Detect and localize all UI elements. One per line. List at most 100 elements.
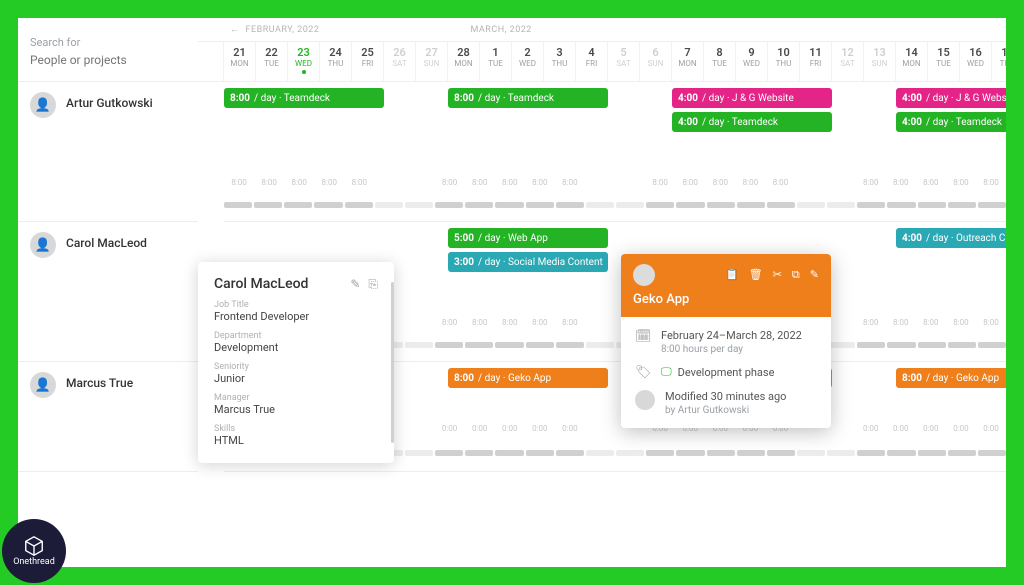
- booking-bar[interactable]: 3:00/ day · Social Media Content: [448, 252, 608, 272]
- day-header[interactable]: 7MON: [672, 42, 704, 81]
- profile-name: Carol MacLeod: [214, 276, 308, 292]
- capacity-seg: [857, 450, 885, 456]
- profile-field: SeniorityJunior: [214, 362, 378, 385]
- hour-cell: 8:00: [645, 174, 675, 192]
- capacity-seg: [405, 450, 433, 456]
- capacity-seg: [526, 342, 554, 348]
- day-header[interactable]: 3THU: [544, 42, 576, 81]
- day-header[interactable]: 13SUN: [864, 42, 896, 81]
- search-input[interactable]: [30, 53, 186, 67]
- day-header[interactable]: 23WED: [288, 42, 320, 81]
- person-name: Marcus True: [66, 376, 133, 390]
- booking-bar[interactable]: 4:00/ day · Teamdeck: [672, 112, 832, 132]
- day-header[interactable]: 8TUE: [704, 42, 736, 81]
- capacity-seg: [948, 450, 976, 456]
- share-icon[interactable]: ⎘: [368, 277, 378, 292]
- day-header[interactable]: 15TUE: [928, 42, 960, 81]
- capacity-seg: [586, 202, 614, 208]
- booking-bar[interactable]: 8:00/ day · Geko App: [896, 368, 1006, 388]
- capacity-seg: [465, 450, 493, 456]
- day-header[interactable]: 5SAT: [608, 42, 640, 81]
- avatar: [633, 264, 655, 286]
- day-header[interactable]: 6SUN: [640, 42, 672, 81]
- booking-bar[interactable]: 8:00/ day · Geko App: [448, 368, 608, 388]
- duplicate-icon[interactable]: ⧉: [792, 268, 800, 282]
- day-header[interactable]: 25FRI: [352, 42, 384, 81]
- brand-badge: Onethread: [2, 519, 66, 583]
- capacity-seg: [857, 342, 885, 348]
- day-header[interactable]: 10THU: [768, 42, 800, 81]
- day-header[interactable]: 4FRI: [576, 42, 608, 81]
- hour-cell: [585, 174, 615, 192]
- booking-bar[interactable]: 4:00/ day · Outreach Campaign: [896, 228, 1006, 248]
- hour-cell: 8:00: [284, 174, 314, 192]
- pencil-icon[interactable]: ✎: [810, 268, 819, 282]
- person-row[interactable]: 👤 Carol MacLeod: [18, 222, 198, 362]
- brand-name: Onethread: [13, 557, 55, 567]
- capacity-seg: [556, 342, 584, 348]
- sidebar: Search for: [18, 18, 198, 82]
- avatar: 👤: [30, 92, 56, 118]
- capacity-seg: [797, 450, 825, 456]
- booking-bar[interactable]: 5:00/ day · Web App: [448, 228, 608, 248]
- day-header[interactable]: 2WED: [512, 42, 544, 81]
- booking-bar[interactable]: 4:00/ day · J & G Website: [672, 88, 832, 108]
- capacity-seg: [918, 450, 946, 456]
- hour-cell: [826, 174, 856, 192]
- booking-bar[interactable]: 8:00/ day · Teamdeck: [224, 88, 384, 108]
- person-row[interactable]: 👤 Artur Gutkowski: [18, 82, 198, 222]
- booking-title: Geko App: [633, 292, 819, 307]
- monitor-icon: 🖵: [661, 365, 672, 379]
- day-header[interactable]: 27SUN: [416, 42, 448, 81]
- day-header[interactable]: 16WED: [960, 42, 992, 81]
- booking-bar[interactable]: 4:00/ day · Teamdeck: [896, 112, 1006, 132]
- capacity-seg: [978, 342, 1006, 348]
- hour-cell: [404, 314, 434, 332]
- hour-cell: 8:00: [465, 174, 495, 192]
- avatar: 👤: [30, 372, 56, 398]
- booking-bar[interactable]: 4:00/ day · J & G Website: [896, 88, 1006, 108]
- prev-month-icon[interactable]: ←: [230, 24, 240, 35]
- day-header[interactable]: 24THU: [320, 42, 352, 81]
- day-header[interactable]: 22TUE: [256, 42, 288, 81]
- timeline-row[interactable]: 8:00/ day · Teamdeck 8:00/ day · Teamdec…: [224, 82, 1006, 222]
- profile-field: DepartmentDevelopment: [214, 331, 378, 354]
- booking-bar[interactable]: 8:00/ day · Teamdeck: [448, 88, 608, 108]
- capacity-track: [224, 202, 1006, 208]
- capacity-seg: [827, 202, 855, 208]
- day-header[interactable]: 9WED: [736, 42, 768, 81]
- calendar-icon: 🗓: [635, 329, 651, 344]
- day-header-row: 21MON22TUE23WED24THU25FRI26SAT27SUN28MON…: [198, 42, 1006, 82]
- person-row[interactable]: 👤 Marcus True: [18, 362, 198, 472]
- hour-cell: 0:00: [435, 420, 465, 438]
- capacity-seg: [586, 342, 614, 348]
- scissors-icon[interactable]: ✂: [773, 268, 782, 282]
- capacity-seg: [978, 202, 1006, 208]
- hour-cell: 0:00: [976, 420, 1006, 438]
- pencil-icon[interactable]: ✎: [350, 277, 360, 292]
- capacity-seg: [405, 342, 433, 348]
- capacity-seg: [586, 450, 614, 456]
- capacity-seg: [345, 202, 373, 208]
- hour-cell: 0:00: [495, 420, 525, 438]
- copy-icon[interactable]: 📋: [725, 268, 739, 282]
- capacity-seg: [948, 342, 976, 348]
- day-header[interactable]: 1TUE: [480, 42, 512, 81]
- capacity-seg: [676, 450, 704, 456]
- search-region: Search for: [18, 18, 198, 82]
- capacity-seg: [375, 202, 403, 208]
- day-header[interactable]: 12SAT: [832, 42, 864, 81]
- day-header[interactable]: 11FRI: [800, 42, 832, 81]
- day-header[interactable]: 26SAT: [384, 42, 416, 81]
- day-header[interactable]: 28MON: [448, 42, 480, 81]
- trash-icon[interactable]: 🗑: [749, 268, 763, 282]
- gutter: [198, 42, 224, 81]
- booking-modifier: by Artur Gutkowski: [665, 405, 817, 416]
- day-header[interactable]: 21MON: [224, 42, 256, 81]
- hour-cell: 8:00: [976, 314, 1006, 332]
- day-header[interactable]: 14MON: [896, 42, 928, 81]
- month-header: ← FEBRUARY, 2022 MARCH, 2022: [198, 18, 1006, 42]
- hour-cell: 8:00: [856, 314, 886, 332]
- capacity-seg: [887, 202, 915, 208]
- day-header[interactable]: 17THU: [992, 42, 1006, 81]
